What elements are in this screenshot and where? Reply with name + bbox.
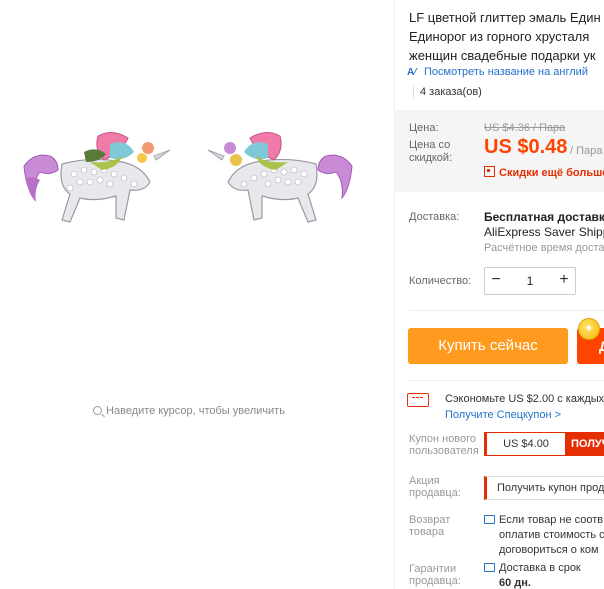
guarantee-text-line: 60 дн. <box>499 577 531 589</box>
translate-icon: A⁄ <box>407 67 416 78</box>
translate-title-link[interactable]: A⁄ Посмотреть название на англий <box>407 66 588 78</box>
unicorn-earring-right <box>207 132 353 223</box>
product-image[interactable] <box>14 126 374 244</box>
product-image-area[interactable]: Наведите курсор, чтобы увеличить <box>0 0 394 589</box>
quantity-label: Количество: <box>409 275 472 287</box>
product-info-panel: LF цветной глиттер эмаль Един Единорог и… <box>395 0 604 589</box>
delivery-label: Доставка: <box>409 211 460 223</box>
product-title-line: LF цветной глиттер эмаль Един <box>409 10 601 25</box>
zoom-hint-text: Наведите курсор, чтобы увеличить <box>106 405 285 417</box>
quantity-input[interactable]: 1 <box>507 268 553 294</box>
guarantee-label: Гарантии продавца: <box>409 563 461 587</box>
product-title-line: женщин свадебные подарки ук <box>409 48 596 63</box>
price-box: Цена: US $4.36 / Пара Цена со скидкой: U… <box>395 110 604 192</box>
new-user-coupon-amount: US $4.00 <box>503 438 549 450</box>
old-price: US $4.36 / Пара <box>484 122 566 134</box>
guarantee-text-line: Доставка в срок <box>499 562 581 574</box>
product-title-line: Единорог из горного хрусталя <box>409 29 590 44</box>
guarantee-text: Доставка в срок 60 дн. <box>484 561 581 589</box>
seller-promo-label: Акция продавца: <box>409 475 461 499</box>
get-special-coupon-link[interactable]: Получите Спецкупон > <box>445 409 561 421</box>
coin-icon: ✦ <box>578 318 600 340</box>
qr-code-icon <box>484 166 495 177</box>
new-user-coupon[interactable]: US $4.00 ПОЛУЧ <box>484 432 604 456</box>
quantity-decrease-button[interactable]: − <box>485 268 507 294</box>
seller-coupon-button[interactable]: Получить купон прод <box>484 476 604 500</box>
returns-icon <box>484 515 495 524</box>
price-unit: / Пара <box>570 145 603 157</box>
coupon-icon <box>407 393 429 407</box>
more-discounts-link[interactable]: Скидки ещё больше <box>484 166 604 179</box>
new-user-coupon-get-button[interactable]: ПОЛУЧ <box>565 433 604 455</box>
translate-link-text: Посмотреть название на англий <box>424 66 588 78</box>
new-user-coupon-label: Купон нового пользователя <box>409 433 479 457</box>
quantity-stepper[interactable]: − 1 + <box>484 267 576 295</box>
discount-price-label: Цена со скидкой: <box>409 139 453 164</box>
delivery-method[interactable]: AliExpress Saver Shippi <box>484 225 604 239</box>
discount-price: US $0.48 <box>484 136 568 158</box>
product-title: LF цветной глиттер эмаль Един Единорог и… <box>409 8 604 65</box>
delivery-value[interactable]: Бесплатная доставка <box>484 209 604 225</box>
unicorn-earring-left <box>23 132 171 223</box>
returns-text-line: договориться о ком <box>499 544 599 556</box>
magnifier-icon <box>93 406 103 415</box>
returns-text-line: Если товар не соотв <box>499 514 604 526</box>
save-coupon-text: Сэкономьте US $2.00 с каждых <box>445 393 604 405</box>
buy-now-button[interactable]: Купить сейчас <box>408 328 568 364</box>
price-label: Цена: <box>409 122 439 134</box>
delivery-estimate: Расчётное время доста <box>484 242 604 254</box>
returns-text-line: оплатив стоимость с <box>499 529 604 541</box>
orders-count: 4 заказа(ов) <box>413 86 482 98</box>
quantity-increase-button[interactable]: + <box>553 268 575 294</box>
delivery-guarantee-icon <box>484 563 495 572</box>
section-divider <box>409 380 604 381</box>
returns-label: Возврат товара <box>409 514 451 538</box>
returns-text: Если товар не соотв оплатив стоимость с … <box>484 513 604 558</box>
section-divider <box>409 310 604 311</box>
zoom-hint: Наведите курсор, чтобы увеличить <box>0 405 378 417</box>
more-discounts-text: Скидки ещё больше <box>499 167 604 179</box>
